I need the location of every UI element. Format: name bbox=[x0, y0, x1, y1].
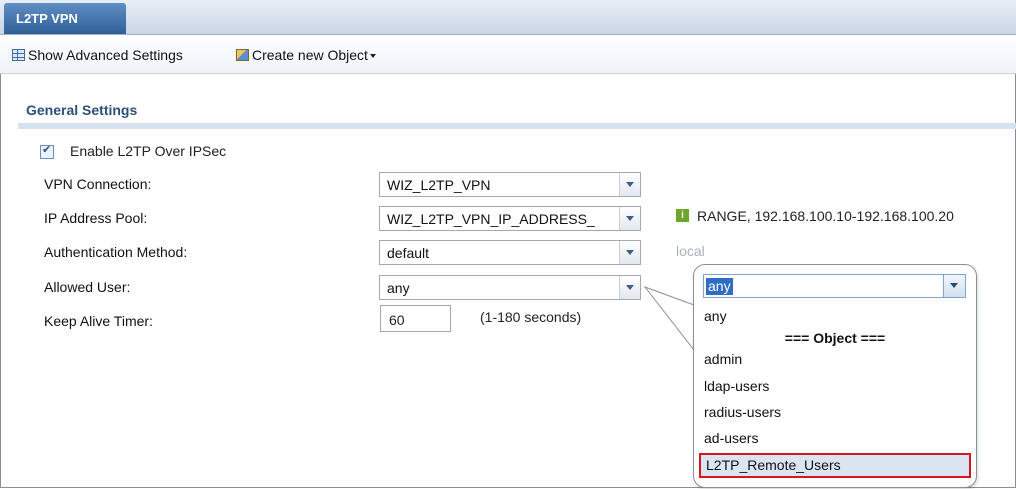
create-new-object-button[interactable]: Create new Object bbox=[236, 46, 376, 64]
chevron-down-icon[interactable] bbox=[619, 276, 640, 299]
enable-l2tp-checkbox[interactable] bbox=[40, 143, 54, 159]
ip-address-pool-select[interactable]: WIZ_L2TP_VPN_IP_ADDRESS_ bbox=[379, 206, 641, 231]
allowed-user-dropdown-select[interactable]: any bbox=[703, 274, 966, 298]
allowed-user-label: Allowed User: bbox=[44, 279, 131, 295]
show-advanced-settings-button[interactable]: Show Advanced Settings bbox=[12, 46, 183, 64]
dropdown-option[interactable]: ldap-users bbox=[704, 374, 964, 398]
allowed-user-value: any bbox=[387, 280, 410, 296]
keep-alive-hint: (1-180 seconds) bbox=[480, 309, 582, 325]
dropdown-option[interactable]: admin bbox=[704, 347, 964, 371]
vpn-connection-value: WIZ_L2TP_VPN bbox=[387, 177, 491, 193]
dropdown-option[interactable]: radius-users bbox=[704, 400, 964, 424]
tab-l2tp-vpn[interactable]: L2TP VPN bbox=[4, 3, 126, 34]
chevron-down-icon[interactable] bbox=[619, 173, 640, 196]
enable-l2tp-label: Enable L2TP Over IPSec bbox=[70, 143, 227, 159]
section-divider bbox=[18, 123, 1016, 129]
ip-address-pool-label: IP Address Pool: bbox=[44, 210, 148, 226]
keep-alive-timer-input[interactable]: 60 bbox=[380, 305, 451, 332]
auth-method-note: local bbox=[676, 243, 705, 259]
object-icon bbox=[236, 49, 249, 61]
dropdown-selected-value: any bbox=[706, 278, 733, 295]
chevron-down-icon[interactable] bbox=[619, 241, 640, 264]
ip-address-pool-value: WIZ_L2TP_VPN_IP_ADDRESS_ bbox=[387, 211, 595, 227]
allowed-user-select[interactable]: any bbox=[379, 275, 641, 300]
dropdown-option[interactable]: any bbox=[704, 304, 964, 328]
show-advanced-settings-label: Show Advanced Settings bbox=[28, 47, 183, 63]
keep-alive-timer-value: 60 bbox=[389, 312, 405, 328]
allowed-user-dropdown-callout: any any === Object === admin ldap-users … bbox=[693, 264, 977, 488]
info-icon: i bbox=[676, 209, 689, 222]
table-icon bbox=[12, 49, 25, 61]
ip-pool-range-info: RANGE, 192.168.100.10-192.168.100.20 bbox=[697, 208, 954, 224]
vpn-connection-select[interactable]: WIZ_L2TP_VPN bbox=[379, 172, 641, 197]
tab-bar: L2TP VPN bbox=[0, 0, 1016, 35]
authentication-method-value: default bbox=[387, 245, 430, 261]
vpn-connection-label: VPN Connection: bbox=[44, 176, 152, 192]
keep-alive-timer-label: Keep Alive Timer: bbox=[44, 313, 153, 329]
authentication-method-select[interactable]: default bbox=[379, 240, 641, 265]
chevron-down-icon[interactable] bbox=[619, 207, 640, 230]
toolbar: Show Advanced Settings Create new Object bbox=[0, 35, 1016, 74]
section-title: General Settings bbox=[26, 102, 138, 118]
create-new-object-label: Create new Object bbox=[252, 47, 368, 63]
authentication-method-label: Authentication Method: bbox=[44, 244, 188, 260]
highlighted-option-label: L2TP_Remote_Users bbox=[706, 457, 841, 473]
chevron-down-icon[interactable] bbox=[943, 275, 965, 297]
chevron-down-icon bbox=[369, 54, 376, 58]
dropdown-option-highlighted[interactable]: L2TP_Remote_Users bbox=[699, 453, 971, 478]
dropdown-option[interactable]: ad-users bbox=[704, 426, 964, 450]
dropdown-group-header: === Object === bbox=[784, 330, 886, 346]
